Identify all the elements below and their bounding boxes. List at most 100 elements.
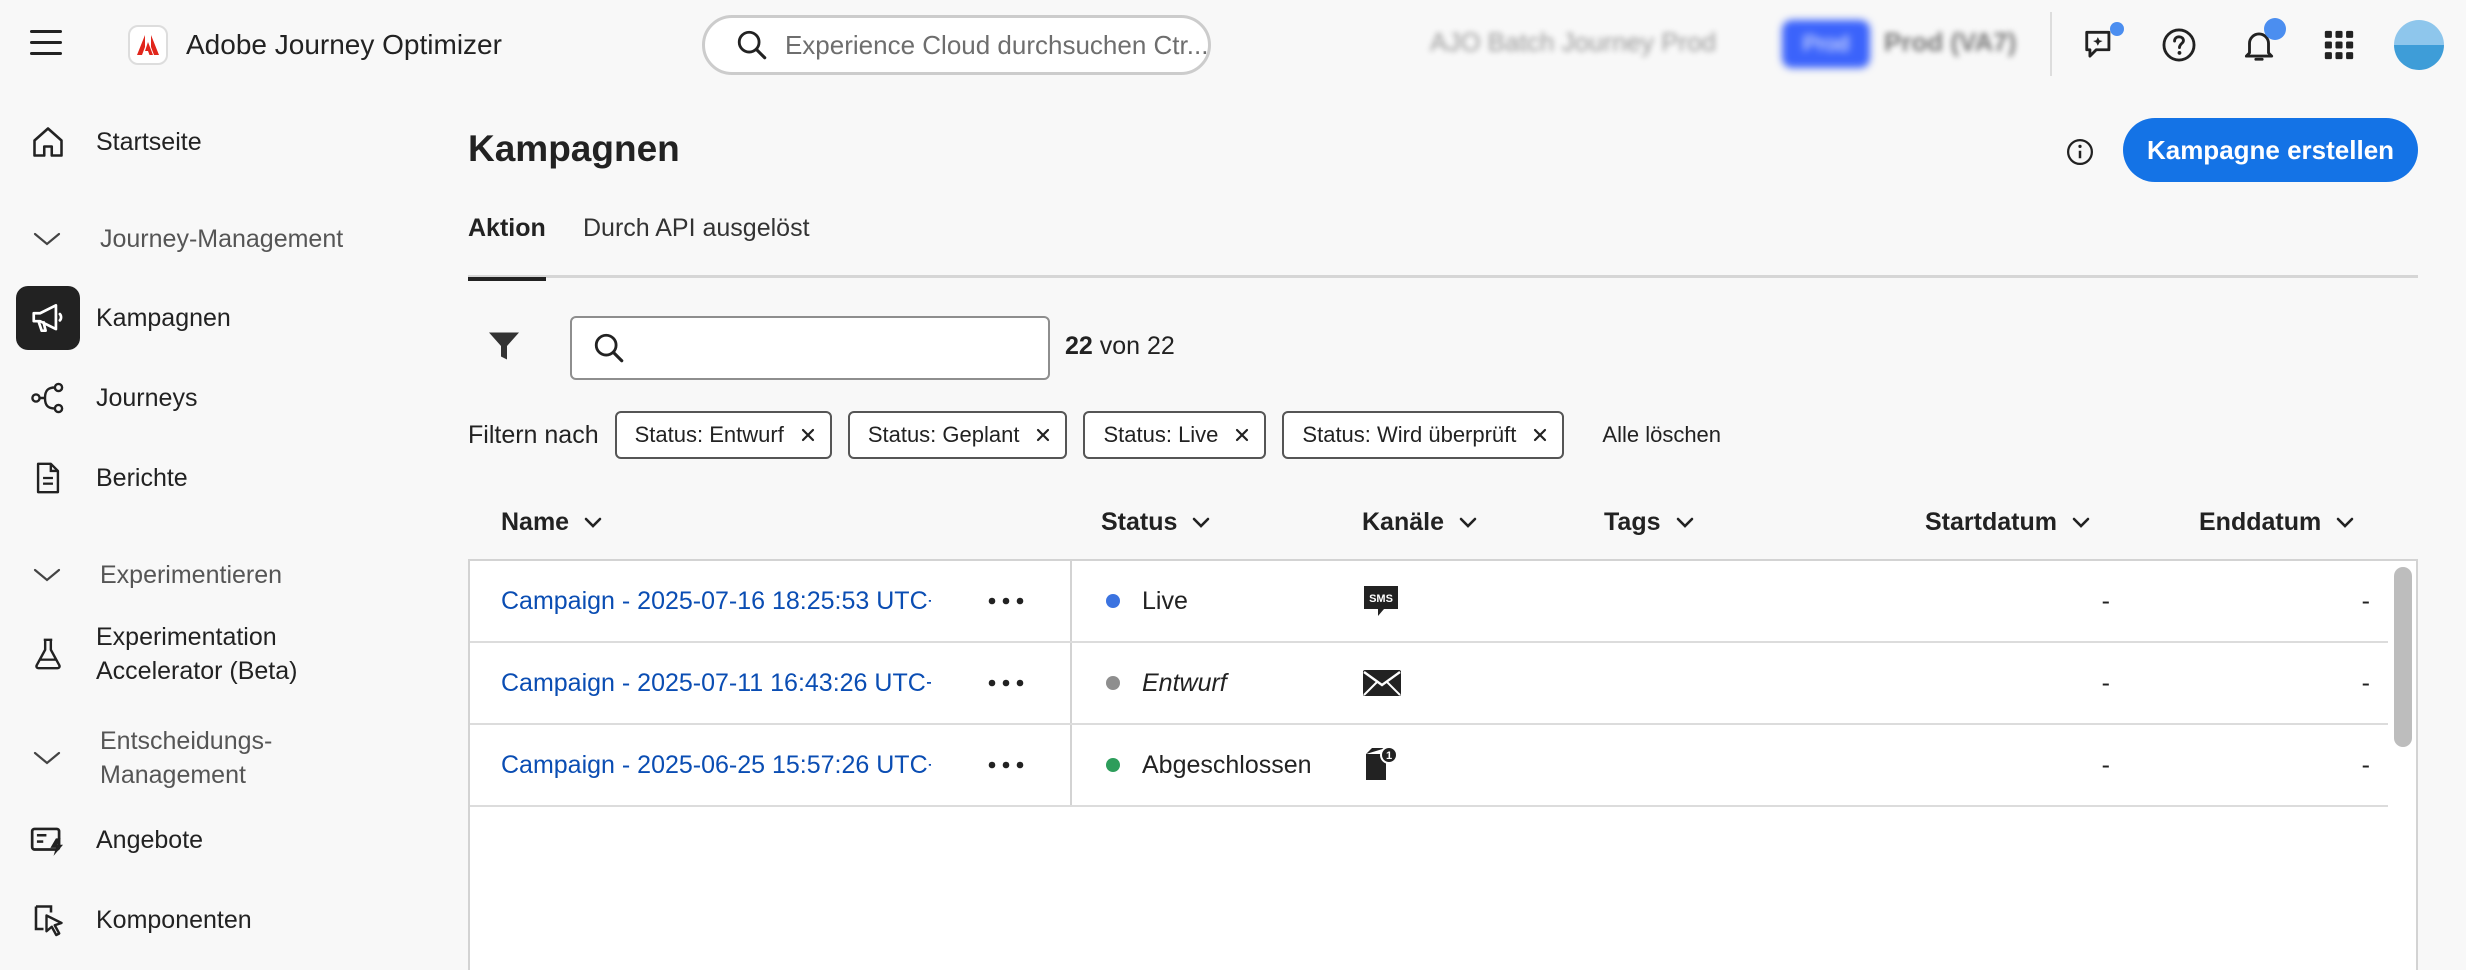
- sidebar-item-reports[interactable]: Berichte: [16, 446, 396, 510]
- tab-api-triggered[interactable]: Durch API ausgelöst: [583, 208, 810, 278]
- results-shown: 22: [1065, 332, 1093, 360]
- notifications-badge: [2264, 18, 2286, 40]
- filter-chip-live[interactable]: Status: Live: [1083, 411, 1267, 459]
- journey-icon: [16, 366, 80, 430]
- start-date: -: [2101, 750, 2110, 779]
- sms-icon: SMS: [1362, 561, 1400, 641]
- sidebar-section-decision-management[interactable]: Entscheidungs- Management: [30, 724, 272, 792]
- svg-text:1: 1: [1386, 750, 1392, 762]
- column-label: Name: [501, 508, 570, 536]
- column-header-tags[interactable]: Tags: [1604, 508, 1695, 537]
- sandbox-name[interactable]: Prod (VA7): [1884, 27, 2016, 58]
- column-label: Startdatum: [1925, 508, 2057, 536]
- offer-icon: [16, 808, 80, 872]
- components-icon: [16, 888, 80, 952]
- end-date: -: [2361, 586, 2370, 615]
- section-label: Entscheidungs- Management: [100, 724, 272, 792]
- table-row[interactable]: Campaign - 2025-07-16 18:25:53 UTC+02:00…: [470, 561, 2388, 643]
- section-label: Journey-Management: [100, 225, 344, 253]
- sidebar-item-label: Berichte: [96, 464, 188, 492]
- sidebar-item-home[interactable]: Startseite: [16, 110, 396, 174]
- org-switcher[interactable]: AJO Batch Journey Prod: [1430, 27, 1716, 58]
- email-icon: [1362, 643, 1402, 723]
- info-icon[interactable]: [2060, 132, 2100, 172]
- status-dot: [1106, 676, 1120, 690]
- campaign-name-link[interactable]: Campaign - 2025-07-11 16:43:26 UTC+02:00: [501, 669, 931, 698]
- more-actions-icon[interactable]: [984, 586, 1028, 616]
- column-header-end-date[interactable]: Enddatum: [2199, 508, 2355, 537]
- column-header-name[interactable]: Name: [501, 508, 603, 537]
- filter-icon[interactable]: [480, 322, 528, 370]
- column-header-start-date[interactable]: Startdatum: [1925, 508, 2091, 537]
- search-icon: [594, 333, 624, 363]
- filter-chip-scheduled[interactable]: Status: Geplant: [847, 411, 1068, 459]
- status-dot: [1106, 594, 1120, 608]
- help-icon[interactable]: [2156, 22, 2202, 68]
- results-count: 22 von 22: [1065, 332, 1175, 361]
- sidebar-item-components[interactable]: Komponenten: [16, 888, 396, 952]
- svg-text:SMS: SMS: [1369, 593, 1393, 605]
- sidebar-item-label: Journeys: [96, 384, 198, 412]
- sidebar-item-campaigns[interactable]: Kampagnen: [16, 286, 396, 350]
- sidebar-item-label: Experimentation Accelerator (Beta): [96, 620, 297, 688]
- start-date: -: [2101, 668, 2110, 697]
- label-line-1: Entscheidungs-: [100, 727, 273, 755]
- adobe-logo: [128, 25, 168, 65]
- user-avatar[interactable]: [2394, 20, 2444, 70]
- sidebar-section-journey-management[interactable]: Journey-Management: [30, 222, 343, 256]
- global-search-input[interactable]: Experience Cloud durchsuchen Ctr...: [702, 15, 1211, 75]
- end-date: -: [2361, 668, 2370, 697]
- notifications-icon[interactable]: [2236, 18, 2286, 68]
- sandbox-badge[interactable]: Prod: [1782, 20, 1870, 68]
- table-row[interactable]: Campaign - 2025-06-25 15:57:26 UTC+02:00…: [470, 725, 2388, 807]
- close-icon[interactable]: [1532, 427, 1548, 443]
- feedback-icon[interactable]: [2078, 22, 2124, 68]
- filter-chip-in-review[interactable]: Status: Wird überprüft: [1282, 411, 1565, 459]
- feedback-badge: [2110, 22, 2124, 36]
- campaign-name-link[interactable]: Campaign - 2025-06-25 15:57:26 UTC+02:00: [501, 751, 931, 780]
- chevron-down-icon: [2071, 513, 2091, 533]
- apps-grid-icon[interactable]: [2316, 22, 2362, 68]
- sidebar: Startseite Journey-Management Kampagnen …: [0, 100, 420, 970]
- megaphone-icon: [16, 286, 80, 350]
- campaign-name-link[interactable]: Campaign - 2025-07-16 18:25:53 UTC+02:00: [501, 587, 931, 616]
- search-placeholder: Experience Cloud durchsuchen Ctr...: [784, 29, 1208, 60]
- chevron-down-icon: [30, 741, 64, 775]
- more-actions-icon[interactable]: [984, 750, 1028, 780]
- chip-label: Status: Entwurf: [634, 422, 784, 447]
- sidebar-item-experimentation-accelerator[interactable]: Experimentation Accelerator (Beta): [16, 620, 396, 688]
- sidebar-item-label: Startseite: [96, 128, 202, 156]
- menu-icon[interactable]: [30, 30, 62, 56]
- sidebar-item-journeys[interactable]: Journeys: [16, 366, 396, 430]
- chevron-down-icon: [30, 222, 64, 256]
- sidebar-item-label: Kampagnen: [96, 304, 231, 332]
- close-icon[interactable]: [1035, 427, 1051, 443]
- more-actions-icon[interactable]: [984, 668, 1028, 698]
- column-header-status[interactable]: Status: [1101, 508, 1211, 537]
- column-header-channels[interactable]: Kanäle: [1362, 508, 1478, 537]
- column-label: Status: [1101, 508, 1178, 536]
- search-icon: [737, 30, 767, 60]
- filter-chip-draft[interactable]: Status: Entwurf: [614, 411, 832, 459]
- chevron-down-icon: [1458, 513, 1478, 533]
- sidebar-section-experimentation[interactable]: Experimentieren: [30, 558, 282, 592]
- clear-all-filters-button[interactable]: Alle löschen: [1602, 422, 1721, 448]
- sidebar-item-label: Komponenten: [96, 906, 252, 934]
- section-label: Experimentieren: [100, 561, 283, 589]
- campaign-search-input[interactable]: [570, 316, 1050, 380]
- label-line-1: Experimentation: [96, 623, 277, 651]
- flask-icon: [16, 622, 80, 686]
- home-icon: [16, 110, 80, 174]
- chevron-down-icon: [2335, 513, 2355, 533]
- sidebar-item-offers[interactable]: Angebote: [16, 808, 396, 872]
- tab-action[interactable]: Aktion: [468, 208, 546, 281]
- close-icon[interactable]: [800, 427, 816, 443]
- table-row[interactable]: Campaign - 2025-07-11 16:43:26 UTC+02:00…: [470, 643, 2388, 725]
- status-dot: [1106, 758, 1120, 772]
- app-title: Adobe Journey Optimizer: [186, 29, 502, 60]
- close-icon[interactable]: [1234, 427, 1250, 443]
- push-icon: 1: [1362, 725, 1402, 805]
- brand[interactable]: Adobe Journey Optimizer: [128, 22, 502, 68]
- table-scrollbar[interactable]: [2394, 567, 2412, 747]
- create-campaign-button[interactable]: Kampagne erstellen: [2123, 118, 2418, 182]
